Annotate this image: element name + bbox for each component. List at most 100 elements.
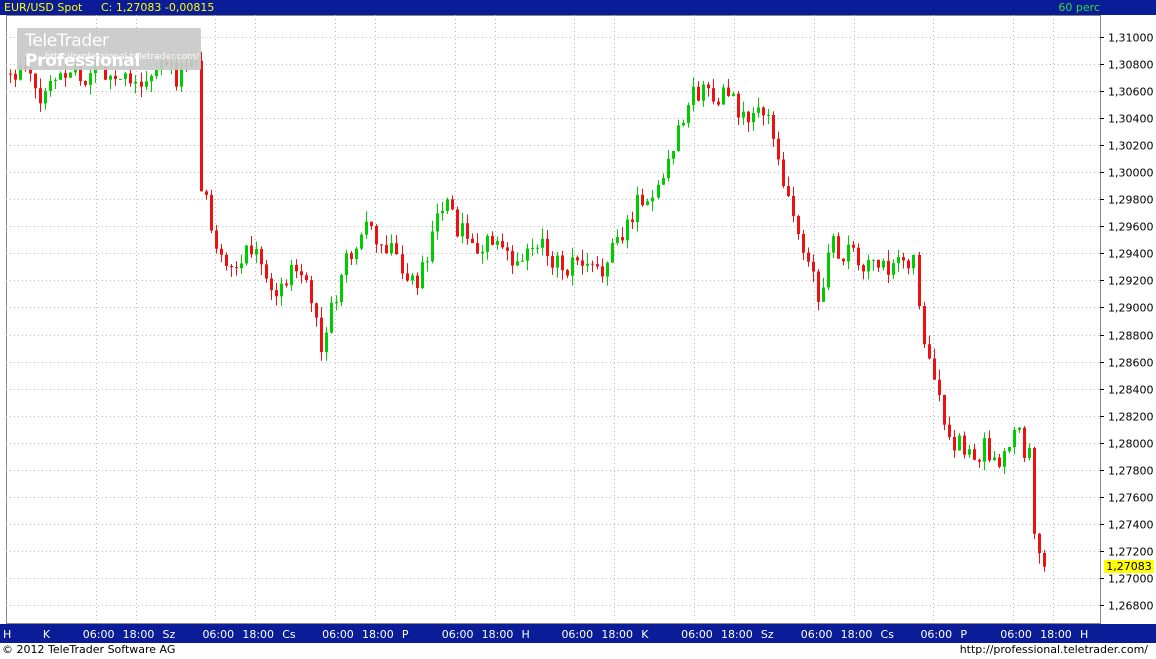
candle-body — [541, 238, 544, 248]
candle-body — [667, 158, 670, 179]
y-tick-label: 1,28200 — [1108, 411, 1154, 424]
candle-body — [69, 72, 72, 78]
candle-body — [476, 243, 479, 254]
x-tick-label: 18:00 — [362, 628, 394, 641]
candle-body — [687, 105, 690, 123]
candle-body — [325, 332, 328, 352]
candle-body — [205, 191, 208, 195]
candle-body — [285, 283, 288, 286]
candle-body — [551, 256, 554, 268]
y-tick-label: 1,28000 — [1108, 438, 1154, 451]
symbol-label[interactable]: EUR/USD Spot — [4, 0, 82, 15]
candle-body — [466, 223, 469, 239]
candle-body — [134, 81, 137, 84]
candle-body — [872, 259, 875, 261]
candle-body — [867, 260, 870, 272]
candle-body — [54, 79, 57, 81]
candle-body — [737, 93, 740, 118]
candle-body — [968, 449, 971, 455]
candle-body — [902, 257, 905, 261]
period-label[interactable]: 60 perc — [1058, 0, 1100, 15]
x-tick-label: H — [522, 628, 530, 641]
candle-body — [777, 138, 780, 160]
candles — [9, 51, 1046, 572]
candle-body — [310, 280, 313, 304]
candle-body — [682, 122, 685, 126]
price-axis[interactable]: 1,31000 1,30800 1,30600 1,30400 1,30200 1,300… — [1100, 32, 1154, 613]
x-tick-label: H — [1080, 628, 1088, 641]
candle-body — [727, 87, 730, 97]
candle-body — [300, 271, 303, 276]
y-tick-label: 1,29000 — [1108, 302, 1154, 315]
candle-body — [1003, 451, 1006, 467]
candle-body — [722, 87, 725, 105]
candle-body — [64, 73, 67, 78]
x-tick-label: K — [641, 628, 649, 641]
x-tick-label: 06:00 — [920, 628, 952, 641]
candle-body — [421, 262, 424, 289]
candle-body — [235, 267, 238, 269]
candle-body — [456, 209, 459, 237]
candle-body — [240, 263, 243, 269]
logo-title: TeleTrader Professional — [25, 31, 201, 71]
candle-body — [1013, 429, 1016, 447]
candle-body — [717, 101, 720, 105]
candle-body — [265, 264, 268, 279]
candle-body — [546, 238, 549, 257]
candle-body — [938, 379, 941, 396]
candle-body — [616, 237, 619, 243]
candle-body — [49, 80, 52, 92]
candle-body — [742, 111, 745, 118]
candle-body — [9, 73, 12, 75]
footer-url[interactable]: http://professional.teletrader.com/ — [960, 643, 1148, 656]
candle-body — [350, 253, 353, 260]
candle-body — [215, 230, 218, 249]
chart-header: EUR/USD Spot C: 1,27083 -0,00815 60 perc — [0, 0, 1156, 15]
candle-body — [762, 107, 765, 116]
y-tick-label: 1,29600 — [1108, 221, 1154, 234]
candle-body — [365, 221, 368, 235]
candle-body — [511, 250, 514, 266]
candle-body — [842, 258, 845, 262]
candle-body — [486, 235, 489, 252]
candle-body — [340, 275, 343, 303]
candle-body — [260, 249, 263, 265]
candle-body — [586, 263, 589, 266]
candle-body — [752, 112, 755, 123]
candlestick-chart[interactable]: 1,31000 1,30800 1,30600 1,30400 1,30200 1,300… — [0, 15, 1156, 643]
candle-body — [712, 88, 715, 102]
candle-body — [461, 223, 464, 237]
candle-body — [506, 247, 509, 251]
candle-body — [556, 255, 559, 268]
x-tick-label: 06:00 — [322, 628, 354, 641]
candle-body — [1043, 553, 1046, 567]
candle-body — [536, 247, 539, 249]
y-tick-label: 1,27200 — [1108, 546, 1154, 559]
candle-body — [380, 244, 383, 246]
candle-body — [1018, 427, 1021, 430]
x-tick-label: Cs — [282, 628, 296, 641]
candle-body — [697, 86, 700, 101]
candle-body — [963, 435, 966, 455]
candle-body — [330, 302, 333, 333]
candle-body — [862, 265, 865, 272]
candle-body — [631, 219, 634, 223]
candle-body — [832, 236, 835, 253]
candle-body — [491, 235, 494, 245]
candle-body — [847, 244, 850, 262]
candle-body — [200, 60, 203, 192]
candle-body — [401, 254, 404, 274]
time-axis[interactable]: H K 06:00 18:00 Sz 06:00 18:00 Cs 06:00 18:00 P 06:… — [0, 624, 1156, 643]
candle-body — [496, 241, 499, 245]
candle-body — [1033, 447, 1036, 534]
x-tick-label: P — [960, 628, 967, 641]
candle-body — [1028, 447, 1031, 458]
candle-body — [114, 75, 117, 80]
y-tick-label: 1,28400 — [1108, 384, 1154, 397]
x-tick-label: Sz — [163, 628, 176, 641]
candle-body — [295, 264, 298, 272]
candle-body — [767, 114, 770, 116]
candle-body — [707, 84, 710, 89]
x-tick-label: 18:00 — [482, 628, 514, 641]
candle-body — [606, 262, 609, 277]
